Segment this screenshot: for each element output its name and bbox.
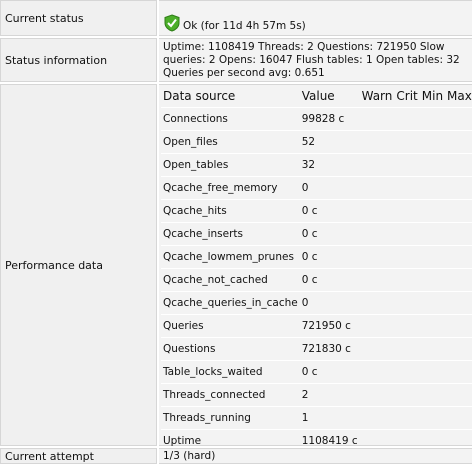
value-cell: 0 c	[299, 360, 360, 384]
data-source-cell: Qcache_free_memory	[161, 176, 300, 200]
data-source-cell: Table_locks_waited	[161, 360, 300, 384]
status-information-label: Status information	[0, 38, 157, 82]
performance-data-value: Data source Value Warn Crit Min Max Conn…	[159, 84, 472, 452]
data-source-cell: Threads_running	[161, 406, 300, 430]
value-cell: 0 c	[299, 245, 360, 269]
table-row: Open_files 52	[161, 130, 472, 154]
data-source-cell: Qcache_lowmem_prunes	[161, 245, 300, 269]
col-header-warn: Warn	[359, 85, 395, 108]
table-row: Open_tables 32	[161, 153, 472, 177]
value-cell: 99828 c	[299, 107, 360, 131]
data-source-cell: Qcache_queries_in_cache	[161, 291, 300, 315]
current-status-text: Ok (for 11d 4h 57m 5s)	[183, 20, 306, 32]
performance-data-table: Data source Value Warn Crit Min Max Conn…	[161, 85, 472, 452]
data-source-cell: Qcache_inserts	[161, 222, 300, 246]
table-row: Table_locks_waited 0 c	[161, 360, 472, 384]
table-row: Threads_running 1	[161, 406, 472, 430]
table-row: Qcache_queries_in_cache 0	[161, 291, 472, 315]
status-information-value: Uptime: 1108419 Threads: 2 Questions: 72…	[159, 38, 472, 82]
table-row: Qcache_lowmem_prunes 0 c	[161, 245, 472, 269]
performance-data-label: Performance data	[0, 84, 157, 446]
table-row: Qcache_not_cached 0 c	[161, 268, 472, 292]
data-source-cell: Connections	[161, 107, 300, 131]
data-source-cell: Qcache_hits	[161, 199, 300, 223]
data-source-cell: Threads_connected	[161, 383, 300, 407]
value-cell: 0 c	[299, 222, 360, 246]
table-row: Qcache_hits 0 c	[161, 199, 472, 223]
value-cell: 0 c	[299, 199, 360, 223]
col-header-min: Min	[419, 85, 446, 108]
ok-check-shield-icon	[164, 14, 180, 32]
col-header-value: Value	[299, 85, 360, 108]
data-source-cell: Questions	[161, 337, 300, 361]
value-cell: 0	[299, 176, 360, 200]
table-row: Qcache_free_memory 0	[161, 176, 472, 200]
table-row: Connections 99828 c	[161, 107, 472, 131]
value-cell: 52	[299, 130, 360, 154]
data-source-cell: Qcache_not_cached	[161, 268, 300, 292]
service-details-grid: Current status Ok (for 11d 4h 57m 5s) St…	[0, 0, 472, 464]
value-cell: 0	[299, 291, 360, 315]
current-status-label: Current status	[0, 0, 157, 36]
value-cell: 0 c	[299, 268, 360, 292]
value-cell: 32	[299, 153, 360, 177]
table-row: Queries 721950 c	[161, 314, 472, 338]
table-row: Threads_connected 2	[161, 383, 472, 407]
col-header-crit: Crit	[394, 85, 420, 108]
data-source-cell: Queries	[161, 314, 300, 338]
table-row: Qcache_inserts 0 c	[161, 222, 472, 246]
value-cell: 2	[299, 383, 360, 407]
table-row: Questions 721830 c	[161, 337, 472, 361]
col-header-max: Max	[445, 85, 472, 108]
value-cell: 1	[299, 406, 360, 430]
data-source-cell: Open_files	[161, 130, 300, 154]
col-header-data-source: Data source	[161, 85, 300, 108]
current-status-value: Ok (for 11d 4h 57m 5s)	[159, 0, 472, 36]
value-cell: 721950 c	[299, 314, 360, 338]
perf-table-header-row: Data source Value Warn Crit Min Max	[161, 85, 472, 108]
value-cell: 721830 c	[299, 337, 360, 361]
data-source-cell: Open_tables	[161, 153, 300, 177]
